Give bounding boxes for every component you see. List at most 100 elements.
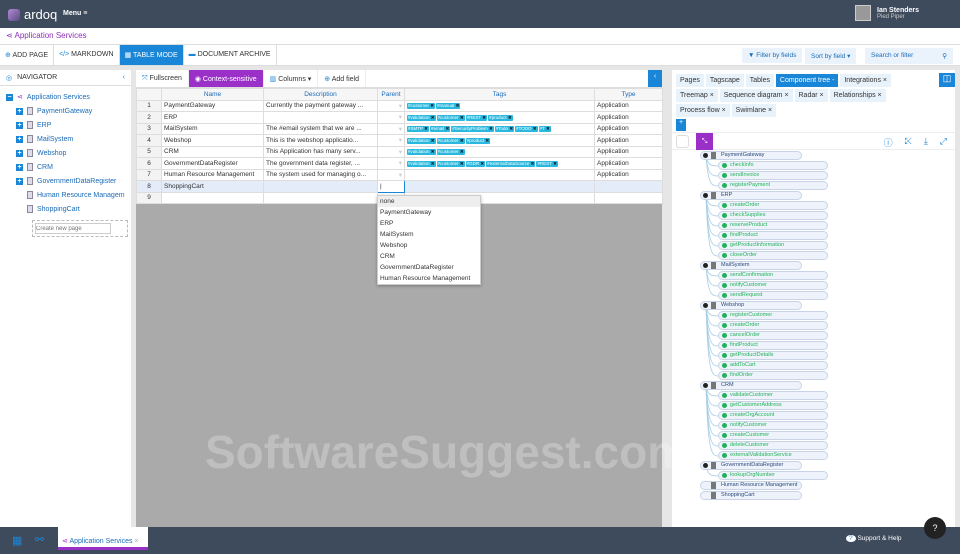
dropdown-option[interactable]: CRM — [378, 251, 480, 262]
tags-cell[interactable]: #validation ✖ #customer ✖ #product ✖ — [404, 134, 595, 147]
name-cell[interactable]: Human Resource Management — [161, 168, 264, 181]
sort-button[interactable]: Sort by field ▾ — [805, 48, 857, 64]
view-tab[interactable]: Component tree - — [775, 74, 839, 87]
table-row[interactable]: 8 ShoppingCart | — [136, 180, 663, 193]
description-cell[interactable]: This Application has many serv... — [263, 145, 378, 158]
view-tab[interactable]: Integrations × — [840, 74, 891, 87]
dropdown-option[interactable]: Webshop — [378, 240, 480, 251]
tree-leaf[interactable]: getProductDetails — [718, 351, 828, 360]
type-cell[interactable]: Application — [594, 99, 663, 112]
tags-cell[interactable]: #validation ✖ #customer ✖ #GDR ✖ #externalD… — [404, 157, 595, 170]
tag-badge[interactable]: #customer ✖ — [436, 149, 465, 156]
table-row[interactable]: 4 Webshop This is the webshop applicatio..… — [136, 134, 663, 147]
tree-leaf[interactable]: validateCustomer — [718, 391, 828, 400]
tag-badge[interactable]: #customer ✖ — [436, 137, 465, 144]
tag-remove-icon[interactable]: ✖ — [430, 115, 435, 120]
tag-remove-icon[interactable]: ✖ — [488, 126, 493, 131]
name-cell[interactable]: Webshop — [161, 134, 264, 147]
nav-item[interactable]: + CRM — [6, 160, 125, 174]
view-tab[interactable]: Relationships × — [829, 89, 886, 102]
description-cell[interactable]: This is the webshop applicatio... — [263, 134, 378, 147]
parent-cell[interactable]: | — [377, 180, 405, 193]
tag-badge[interactable]: #SMTP ✖ — [407, 126, 429, 133]
tree-leaf[interactable]: addToCart — [718, 361, 828, 370]
tags-cell[interactable] — [404, 180, 595, 193]
tree-leaf[interactable]: createOrgAccount — [718, 411, 828, 420]
description-cell[interactable]: The government data register, ... — [263, 157, 378, 170]
name-cell[interactable]: CRM — [161, 145, 264, 158]
description-cell[interactable]: The system used for managing o... — [263, 168, 378, 181]
tag-remove-icon[interactable]: ✖ — [532, 126, 537, 131]
dropdown-option[interactable]: PaymentGateway — [378, 207, 480, 218]
tags-cell[interactable]: #validation ✖ #customer ✖ #REST ✖ #product … — [404, 111, 595, 124]
tag-remove-icon[interactable]: ✖ — [430, 149, 435, 154]
tree-leaf[interactable]: createOrder — [718, 201, 828, 210]
type-cell[interactable]: Application — [594, 168, 663, 181]
add-page-button[interactable]: ⊕ ADD PAGE — [0, 45, 55, 65]
nav-item[interactable]: + GovernmentDataRegister — [6, 174, 125, 188]
nav-root[interactable]: − ⋖ Application Services — [6, 90, 125, 104]
tags-cell[interactable] — [404, 168, 595, 181]
nav-item[interactable]: + PaymentGateway — [6, 104, 125, 118]
dropdown-option[interactable]: MailSystem — [378, 229, 480, 240]
column-header[interactable]: Name — [161, 88, 264, 101]
collapse-panel-button[interactable]: ‹ — [648, 70, 662, 87]
expand-icon[interactable]: + — [16, 149, 23, 157]
tree-leaf[interactable]: notifyCustomer — [718, 281, 828, 290]
description-cell[interactable]: The #email system that we are ... — [263, 122, 378, 135]
tags-cell[interactable]: #SMTP ✖ #email ✖ #SecurityProblem ✖ #Todo ✖… — [404, 122, 595, 135]
tree-leaf[interactable]: externalValidationService — [718, 451, 828, 460]
tag-remove-icon[interactable]: ✖ — [507, 115, 512, 120]
column-header[interactable]: Tags — [404, 88, 595, 101]
type-cell[interactable]: Application — [594, 122, 663, 135]
type-cell[interactable] — [594, 191, 663, 204]
fullscreen-button[interactable]: ⤧ Fullscreen — [136, 70, 189, 87]
chat-button[interactable]: ? — [924, 517, 946, 539]
parent-cell[interactable]: ▾ — [377, 122, 405, 135]
tree-node[interactable]: Webshop — [700, 301, 802, 310]
tree-leaf[interactable]: findProduct — [718, 231, 828, 240]
table-mode-button[interactable]: ▦ TABLE MODE — [119, 45, 184, 65]
expand-icon[interactable]: + — [16, 177, 23, 185]
column-header[interactable] — [136, 88, 162, 101]
expand-icon[interactable]: + — [16, 135, 23, 143]
nav-item[interactable]: + MailSystem — [6, 132, 125, 146]
tag-badge[interactable]: #email ✖ — [429, 126, 451, 133]
user-menu[interactable]: Ian Stenders Pied Piper — [855, 5, 919, 21]
type-cell[interactable]: Application — [594, 157, 663, 170]
link-icon[interactable]: ⚯ — [35, 533, 44, 546]
description-cell[interactable] — [263, 191, 378, 204]
parent-cell[interactable]: ▾ — [377, 111, 405, 124]
collapse-icon[interactable] — [703, 303, 708, 308]
table-row[interactable]: 6 GovernmentDataRegister The government da… — [136, 157, 663, 170]
tags-cell[interactable]: #validation ✖ #customer ✖ — [404, 145, 595, 158]
nav-item[interactable]: +ShoppingCart — [6, 202, 125, 216]
create-page-input[interactable] — [35, 223, 111, 234]
collapse-icon[interactable] — [703, 193, 708, 198]
collapse-icon[interactable] — [703, 153, 708, 158]
markdown-button[interactable]: </> MARKDOWN — [54, 45, 120, 65]
tags-cell[interactable]: #customer ✖ #manual ✖ — [404, 99, 595, 112]
description-cell[interactable] — [263, 111, 378, 124]
nav-item[interactable]: + ERP — [6, 118, 125, 132]
search-input[interactable]: Search or filter ⚲ — [865, 48, 953, 64]
avatar[interactable] — [855, 5, 871, 21]
type-cell[interactable]: Application — [594, 134, 663, 147]
table-row[interactable]: 2 ERP ▾ #validation ✖ #customer ✖ #REST ✖ #pro… — [136, 111, 663, 124]
workspace-tab[interactable]: ⋖ Application Services × — [58, 527, 148, 550]
type-cell[interactable]: Application — [594, 145, 663, 158]
expand-icon[interactable]: + — [16, 121, 23, 129]
add-field-button[interactable]: ⊕ Add field — [318, 70, 366, 87]
tag-remove-icon[interactable]: ✖ — [429, 103, 434, 108]
tree-leaf[interactable]: deleteCustomer — [718, 441, 828, 450]
tag-badge[interactable]: #REST ✖ — [465, 114, 488, 121]
tree-leaf[interactable]: createCustomer — [718, 431, 828, 440]
tree-node[interactable]: ShoppingCart — [700, 491, 802, 500]
table-row[interactable]: 7 Human Resource Management The system use… — [136, 168, 663, 181]
tree-leaf[interactable]: checkInfo — [718, 161, 828, 170]
name-cell[interactable]: PaymentGateway — [161, 99, 264, 112]
tag-badge[interactable]: #Todo ✖ — [494, 126, 515, 133]
tag-badge[interactable]: #validation ✖ — [407, 160, 436, 167]
tag-remove-icon[interactable]: ✖ — [459, 161, 464, 166]
tag-remove-icon[interactable]: ✖ — [430, 138, 435, 143]
